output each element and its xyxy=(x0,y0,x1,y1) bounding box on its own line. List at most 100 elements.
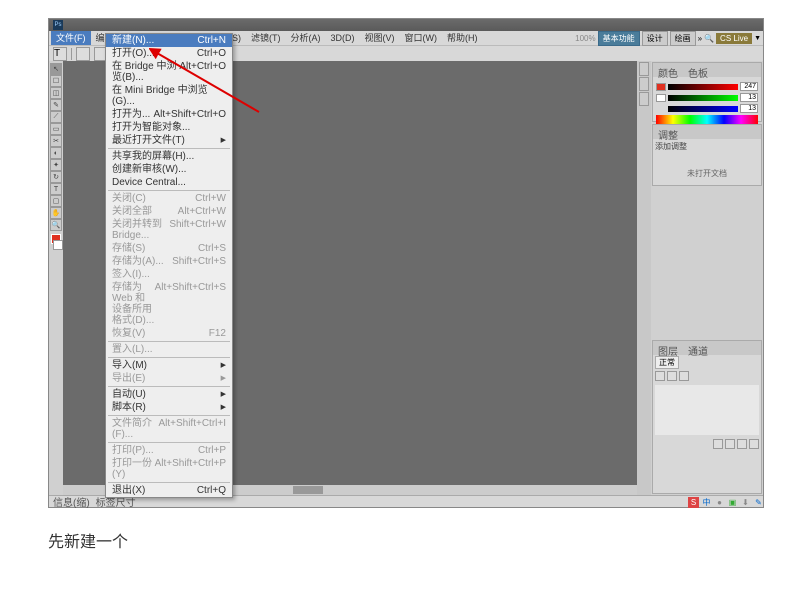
menu-10[interactable]: 帮助(H) xyxy=(442,31,483,45)
g-slider-row: 13 xyxy=(656,93,758,102)
r-slider[interactable] xyxy=(668,84,738,90)
adjustments-panel: 调整 添加调整 未打开文档 xyxy=(652,124,762,186)
menu-item[interactable]: 创建新审核(W)... xyxy=(106,163,232,176)
tool-12[interactable]: ✋ xyxy=(50,207,62,219)
mini-panel-3[interactable] xyxy=(639,92,649,106)
g-value[interactable]: 13 xyxy=(740,93,758,102)
tool-10[interactable]: T xyxy=(50,183,62,195)
menu-item: 关闭全部Alt+Ctrl+W xyxy=(106,205,232,218)
g-slider[interactable] xyxy=(668,95,738,101)
search-icon[interactable]: 🔍 xyxy=(704,34,714,43)
menu-8[interactable]: 视图(V) xyxy=(360,31,400,45)
layers-panel: 图层 通道 正常 xyxy=(652,340,762,494)
blend-mode-select[interactable]: 正常 xyxy=(655,356,679,369)
tool-3[interactable]: ✎ xyxy=(50,99,62,111)
tool-9[interactable]: ↻ xyxy=(50,171,62,183)
workspace-painting-button[interactable]: 绘画 xyxy=(670,31,696,46)
menu-item[interactable]: 在 Bridge 中浏览(B)...Alt+Ctrl+O xyxy=(106,60,232,84)
menu-0[interactable]: 文件(F) xyxy=(51,31,91,45)
tool-1[interactable]: ☐ xyxy=(50,75,62,87)
menubar-right: 100% 基本功能 设计 绘画 » 🔍 CS Live ▼ xyxy=(575,31,761,46)
mini-panel-2[interactable] xyxy=(639,77,649,91)
file-menu-dropdown: 新建(N)...Ctrl+N打开(O)...Ctrl+O在 Bridge 中浏览… xyxy=(105,33,233,498)
tool-4[interactable]: ⟋ xyxy=(50,111,62,123)
tray-icon-5[interactable]: ✎ xyxy=(753,497,764,508)
b-slider[interactable] xyxy=(668,106,738,112)
workspace-design-button[interactable]: 设计 xyxy=(642,31,668,46)
color-swatches[interactable] xyxy=(49,234,63,250)
mask-icon[interactable] xyxy=(725,439,735,449)
menu-item[interactable]: 退出(X)Ctrl+Q xyxy=(106,484,232,497)
menu-7[interactable]: 3D(D) xyxy=(326,31,360,45)
tray-icon-2[interactable]: ● xyxy=(714,497,725,508)
right-panel-dock: 颜色 色板 247 13 xyxy=(651,61,763,495)
add-adjustment-label: 添加调整 xyxy=(653,139,761,154)
tray-icon-3[interactable]: ▣ xyxy=(727,497,738,508)
background-color[interactable] xyxy=(53,240,63,250)
channels-tab[interactable]: 通道 xyxy=(683,341,713,355)
mini-panel-1[interactable] xyxy=(639,62,649,76)
menu-item: 打印(P)...Ctrl+P xyxy=(106,444,232,457)
menu-item[interactable]: 自动(U)▶ xyxy=(106,388,232,401)
menu-9[interactable]: 窗口(W) xyxy=(400,31,443,45)
workspace-essentials-button[interactable]: 基本功能 xyxy=(598,31,640,46)
adjustments-tab[interactable]: 调整 xyxy=(653,125,683,139)
ps-logo-icon: Ps xyxy=(53,20,63,30)
fx-icon[interactable] xyxy=(713,439,723,449)
trash-icon[interactable] xyxy=(749,439,759,449)
menu-5[interactable]: 滤镜(T) xyxy=(246,31,286,45)
tool-11[interactable]: ▢ xyxy=(50,195,62,207)
menu-item[interactable]: 脚本(R)▶ xyxy=(106,401,232,414)
bg-swatch-icon[interactable] xyxy=(656,94,666,102)
menu-item[interactable]: 打开(O)...Ctrl+O xyxy=(106,47,232,60)
menu-item[interactable]: 导入(M)▶ xyxy=(106,359,232,372)
tray-icon-4[interactable]: ⬇ xyxy=(740,497,751,508)
tool-2[interactable]: ◫ xyxy=(50,87,62,99)
opt-btn-1[interactable] xyxy=(76,47,90,61)
caption-text: 先新建一个 xyxy=(48,528,128,552)
new-layer-icon[interactable] xyxy=(737,439,747,449)
double-arrow-icon[interactable]: » xyxy=(698,34,702,43)
menu-item: 签入(I)... xyxy=(106,268,232,281)
menu-item: 存储为(A)...Shift+Ctrl+S xyxy=(106,255,232,268)
menu-item: 恢复(V)F12 xyxy=(106,327,232,340)
menu-item[interactable]: 最近打开文件(T)▶ xyxy=(106,134,232,147)
tray-icon-s[interactable]: S xyxy=(688,497,699,508)
menu-item: 文件简介(F)...Alt+Shift+Ctrl+I xyxy=(106,417,232,441)
app-window: Ps 文件(F)编辑(E)图像(I)图层(L)选择(S)滤镜(T)分析(A)3D… xyxy=(48,18,764,508)
cs-live-button[interactable]: CS Live xyxy=(716,33,752,44)
tool-5[interactable]: ▭ xyxy=(50,123,62,135)
menu-item[interactable]: 在 Mini Bridge 中浏览(G)... xyxy=(106,84,232,108)
tool-13[interactable]: 🔍 xyxy=(50,219,62,231)
menu-item[interactable]: 打开为...Alt+Shift+Ctrl+O xyxy=(106,108,232,121)
tool-0[interactable]: ↖ xyxy=(50,63,62,75)
b-value[interactable]: 13 xyxy=(740,104,758,113)
lock-position-icon[interactable] xyxy=(679,371,689,381)
lock-all-icon[interactable] xyxy=(655,371,665,381)
menu-item: 置入(L)... xyxy=(106,343,232,356)
tool-7[interactable]: ◐ xyxy=(50,147,62,159)
fg-swatch-icon[interactable] xyxy=(656,83,666,91)
color-tab[interactable]: 颜色 xyxy=(653,63,683,77)
zoom-level: 100% xyxy=(575,34,595,43)
menu-6[interactable]: 分析(A) xyxy=(286,31,326,45)
r-slider-row: 247 xyxy=(656,82,758,91)
tool-8[interactable]: ✦ xyxy=(50,159,62,171)
menu-item[interactable]: 新建(N)...Ctrl+N xyxy=(106,34,232,47)
layers-tab[interactable]: 图层 xyxy=(653,341,683,355)
swatches-tab[interactable]: 色板 xyxy=(683,63,713,77)
menu-item[interactable]: 共享我的屏幕(H)... xyxy=(106,150,232,163)
menu-item[interactable]: 打开为智能对象... xyxy=(106,121,232,134)
menu-item[interactable]: Device Central... xyxy=(106,176,232,189)
tool-6[interactable]: ✂ xyxy=(50,135,62,147)
dropdown-icon[interactable]: ▼ xyxy=(754,35,761,42)
lock-pixels-icon[interactable] xyxy=(667,371,677,381)
layers-list xyxy=(655,385,759,435)
scroll-thumb[interactable] xyxy=(293,486,323,494)
tray-icon-ime[interactable]: 中 xyxy=(701,497,712,508)
title-bar: Ps xyxy=(49,19,763,31)
tool-preset-button[interactable]: T xyxy=(53,47,67,61)
r-value[interactable]: 247 xyxy=(740,82,758,91)
toolbox: ↖☐◫✎⟋▭✂◐✦↻T▢✋🔍 xyxy=(49,61,63,495)
collapsed-panel-dock xyxy=(637,61,651,495)
